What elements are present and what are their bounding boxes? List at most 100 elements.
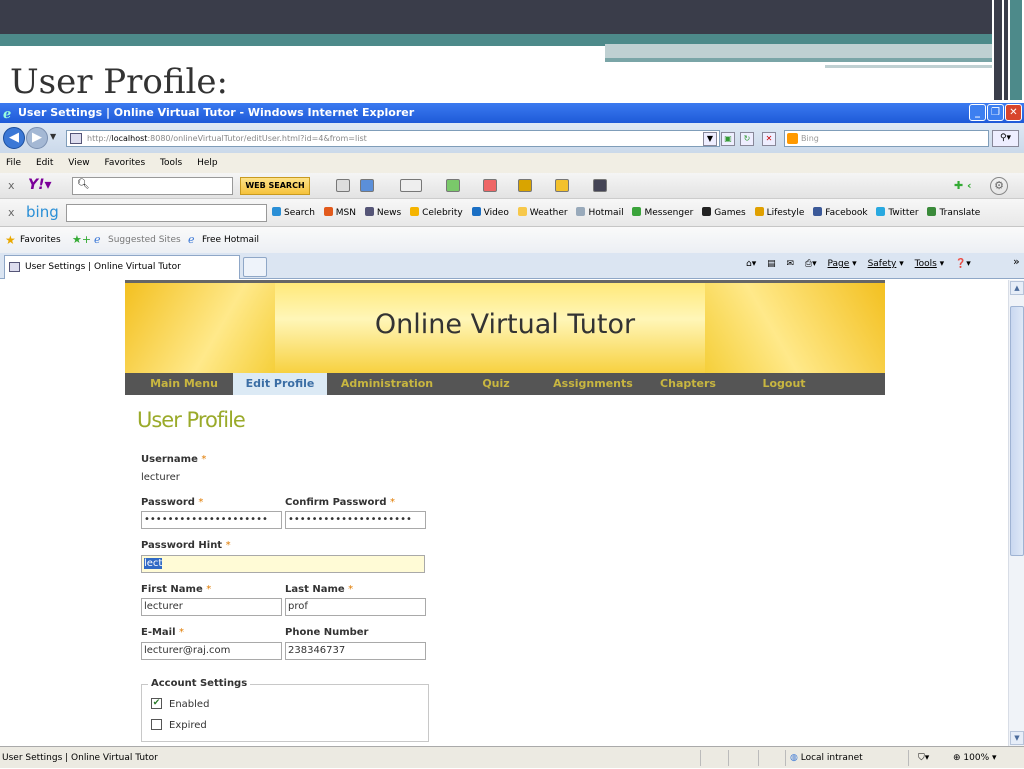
globe-icon: ◍ xyxy=(790,753,798,763)
phone-field[interactable]: 238346737 xyxy=(285,642,426,660)
required-mark: * xyxy=(225,540,231,551)
bing-link-celebrity[interactable]: Celebrity xyxy=(410,208,463,218)
ie-logo-icon: ℯ xyxy=(3,107,12,122)
password-field[interactable]: ••••••••••••••••••••• xyxy=(141,511,282,529)
enabled-label: Enabled xyxy=(169,699,210,710)
bing-link-hotmail[interactable]: Hotmail xyxy=(576,208,623,218)
bing-link-messenger[interactable]: Messenger xyxy=(632,208,693,218)
password-hint-label-text: Password Hint xyxy=(141,540,223,551)
bing-link-translate[interactable]: Translate xyxy=(927,208,980,218)
scroll-thumb[interactable] xyxy=(1010,306,1024,556)
refresh-icon[interactable]: ↻ xyxy=(740,132,754,146)
forward-button[interactable]: ▶ xyxy=(26,127,48,149)
menu-file[interactable]: File xyxy=(6,158,21,168)
suggested-sites-link[interactable]: Suggested Sites xyxy=(108,235,181,245)
new-tab-button[interactable] xyxy=(243,257,267,277)
bing-link-twitter[interactable]: Twitter xyxy=(876,208,918,218)
vertical-scrollbar[interactable]: ▲ ▼ xyxy=(1008,280,1024,746)
bing-link-games[interactable]: Games xyxy=(702,208,745,218)
page-menu[interactable]: Page ▾ xyxy=(828,259,857,269)
email-field[interactable]: lecturer@raj.com xyxy=(141,642,282,660)
yahoo-logo-icon[interactable]: Y!▾ xyxy=(28,177,52,193)
toolbar-edit-icon[interactable] xyxy=(336,179,350,192)
url-dropdown-icon[interactable]: ▼ xyxy=(703,132,717,146)
maximize-button[interactable]: ❐ xyxy=(987,104,1004,121)
answers-icon[interactable] xyxy=(518,179,532,192)
nav-quiz[interactable]: Quiz xyxy=(461,373,531,395)
bing-link-msn[interactable]: MSN xyxy=(324,208,356,218)
menu-favorites[interactable]: Favorites xyxy=(104,158,145,168)
enabled-checkbox[interactable]: ✔ xyxy=(151,698,162,709)
browser-window: ℯ User Settings | Online Virtual Tutor -… xyxy=(0,103,1024,768)
add-favorite-icon[interactable]: ★+ xyxy=(72,233,91,246)
menu-edit[interactable]: Edit xyxy=(36,158,53,168)
first-name-field[interactable]: lecturer xyxy=(141,598,282,616)
search-input[interactable]: Bing xyxy=(784,130,989,147)
confirm-password-field[interactable]: ••••••••••••••••••••• xyxy=(285,511,426,529)
close-bing-bar-icon[interactable]: x xyxy=(8,206,15,219)
tools-menu[interactable]: Tools ▾ xyxy=(915,259,945,269)
free-hotmail-link[interactable]: Free Hotmail xyxy=(202,235,259,245)
shopping-icon[interactable] xyxy=(555,179,569,192)
feeds-icon[interactable]: ▤ xyxy=(767,259,776,269)
slide-stripe-thin xyxy=(605,58,1005,62)
close-toolbar-icon[interactable]: x xyxy=(8,179,15,192)
close-button[interactable]: ✕ xyxy=(1005,104,1022,121)
password-label: Password * xyxy=(141,497,203,508)
chevron-right-icon[interactable]: » xyxy=(1013,255,1020,268)
compatibility-view-icon[interactable]: ▣ xyxy=(721,132,735,146)
last-name-field[interactable]: prof xyxy=(285,598,426,616)
menu-tools[interactable]: Tools xyxy=(160,158,182,168)
home-icon[interactable]: ⌂▾ xyxy=(746,259,756,269)
print-icon[interactable]: ⎙▾ xyxy=(805,259,817,269)
url-input[interactable]: http://localhost:8080/onlineVirtualTutor… xyxy=(66,130,720,147)
web-search-button[interactable]: WEB SEARCH xyxy=(240,177,310,195)
nav-administration[interactable]: Administration xyxy=(327,373,447,395)
favorites-button[interactable]: Favorites xyxy=(20,235,61,245)
security-zone[interactable]: ◍ Local intranet xyxy=(790,747,863,769)
flickr-icon[interactable] xyxy=(483,179,497,192)
bing-link-news[interactable]: News xyxy=(365,208,401,218)
scroll-up-icon[interactable]: ▲ xyxy=(1010,281,1024,295)
yahoo-search-input[interactable]: 🔍︎ xyxy=(72,177,233,195)
ie-icon: ℯ xyxy=(94,233,101,246)
search-go-icon[interactable]: ⚲▾ xyxy=(992,130,1019,147)
mail-icon[interactable] xyxy=(360,179,374,192)
protected-mode-icon[interactable]: ⛉▾ xyxy=(918,747,929,769)
nav-edit-profile[interactable]: Edit Profile xyxy=(233,373,327,395)
slide-rail-decoration xyxy=(992,0,1024,100)
add-icon[interactable]: ✚ ‹ xyxy=(954,179,972,192)
url-path: :8080/onlineVirtualTutor/editUser.html?i… xyxy=(147,134,367,143)
bing-link-search[interactable]: Search xyxy=(272,208,315,218)
menu-view[interactable]: View xyxy=(68,158,89,168)
bing-search-input[interactable] xyxy=(66,204,267,222)
bing-link-facebook[interactable]: Facebook xyxy=(813,208,867,218)
bing-link-video[interactable]: Video xyxy=(472,208,509,218)
window-title: User Settings | Online Virtual Tutor - W… xyxy=(18,106,415,119)
password-hint-field[interactable]: lect xyxy=(141,555,425,573)
tab-user-settings[interactable]: User Settings | Online Virtual Tutor xyxy=(4,255,240,279)
bing-link-weather[interactable]: Weather xyxy=(518,208,568,218)
zoom-control[interactable]: ⊕ 100% ▾ xyxy=(953,747,997,769)
menu-help[interactable]: Help xyxy=(197,158,218,168)
nav-main-menu[interactable]: Main Menu xyxy=(125,373,243,395)
minimize-button[interactable]: _ xyxy=(969,104,986,121)
gear-icon[interactable]: ⚙ xyxy=(990,177,1008,195)
scroll-down-icon[interactable]: ▼ xyxy=(1010,731,1024,745)
safety-menu[interactable]: Safety ▾ xyxy=(868,259,904,269)
favorites-star-icon[interactable]: ★ xyxy=(5,233,16,247)
history-dropdown-icon[interactable]: ▼ xyxy=(50,132,56,141)
back-button[interactable]: ◀ xyxy=(3,127,25,149)
messenger-icon[interactable] xyxy=(400,179,422,192)
stop-icon[interactable]: ✕ xyxy=(762,132,776,146)
help-icon[interactable]: ❓▾ xyxy=(955,259,971,269)
bing-link-lifestyle[interactable]: Lifestyle xyxy=(755,208,805,218)
nav-assignments[interactable]: Assignments xyxy=(543,373,643,395)
command-bar: ⌂▾ ▤ ✉ ⎙▾ Page ▾ Safety ▾ Tools ▾ ❓▾ xyxy=(746,259,979,269)
expired-checkbox[interactable] xyxy=(151,719,162,730)
finance-icon[interactable] xyxy=(446,179,460,192)
nav-logout[interactable]: Logout xyxy=(743,373,825,395)
news-icon[interactable] xyxy=(593,179,607,192)
nav-chapters[interactable]: Chapters xyxy=(645,373,731,395)
read-mail-icon[interactable]: ✉ xyxy=(787,259,795,269)
